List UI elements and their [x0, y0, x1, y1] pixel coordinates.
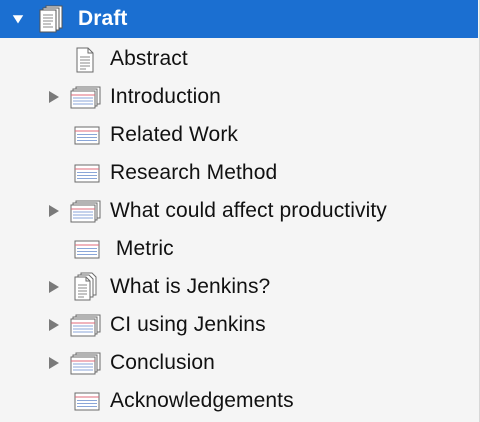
- binder-row-label: Related Work: [110, 123, 239, 146]
- index-card-icon: [74, 392, 100, 416]
- binder-row-abstract[interactable]: Abstract: [0, 40, 478, 78]
- disclosure-collapsed-icon[interactable]: [48, 356, 60, 370]
- text-document-icon: [74, 47, 96, 78]
- index-card-icon: [74, 240, 100, 264]
- binder-row-label: What could affect productivity: [110, 199, 387, 222]
- binder-row-label: Introduction: [110, 85, 221, 108]
- binder-row-introduction[interactable]: Introduction: [0, 78, 478, 116]
- binder-sidebar: Draft Abstract Introduction Related Work…: [0, 0, 480, 422]
- binder-row-label: Research Method: [110, 161, 278, 184]
- binder-row-label: Conclusion: [110, 351, 215, 374]
- binder-row-label: Draft: [78, 7, 128, 30]
- draft-folder-icon: [38, 5, 70, 38]
- binder-row-metric[interactable]: Metric: [0, 230, 478, 268]
- disclosure-collapsed-icon[interactable]: [48, 318, 60, 332]
- stacked-index-cards-icon: [70, 86, 102, 115]
- index-card-icon: [74, 126, 100, 150]
- binder-row-label: Acknowledgements: [110, 389, 294, 412]
- binder-row-label: What is Jenkins?: [110, 275, 271, 298]
- binder-row-acknowledgements[interactable]: Acknowledgements: [0, 382, 478, 420]
- binder-row-label: CI using Jenkins: [110, 313, 266, 336]
- binder-row-research-method[interactable]: Research Method: [0, 154, 478, 192]
- stacked-index-cards-icon: [70, 314, 102, 343]
- disclosure-collapsed-icon[interactable]: [48, 90, 60, 104]
- stacked-index-cards-icon: [70, 200, 102, 229]
- binder-row-related-work[interactable]: Related Work: [0, 116, 478, 154]
- disclosure-expanded-icon[interactable]: [12, 12, 24, 26]
- binder-row-label: Abstract: [110, 47, 188, 70]
- index-card-icon: [74, 164, 100, 188]
- binder-row-conclusion[interactable]: Conclusion: [0, 344, 478, 382]
- binder-row-ci-using-jenkins[interactable]: CI using Jenkins: [0, 306, 478, 344]
- stacked-index-cards-icon: [70, 352, 102, 381]
- binder-row-what-could-affect-productivity[interactable]: What could affect productivity: [0, 192, 478, 230]
- disclosure-collapsed-icon[interactable]: [48, 204, 60, 218]
- disclosure-collapsed-icon[interactable]: [48, 280, 60, 294]
- stacked-text-documents-icon: [72, 272, 100, 307]
- binder-row-label: Metric: [110, 237, 174, 260]
- binder-row-what-is-jenkins[interactable]: What is Jenkins?: [0, 268, 478, 306]
- binder-row-draft[interactable]: Draft: [0, 0, 478, 38]
